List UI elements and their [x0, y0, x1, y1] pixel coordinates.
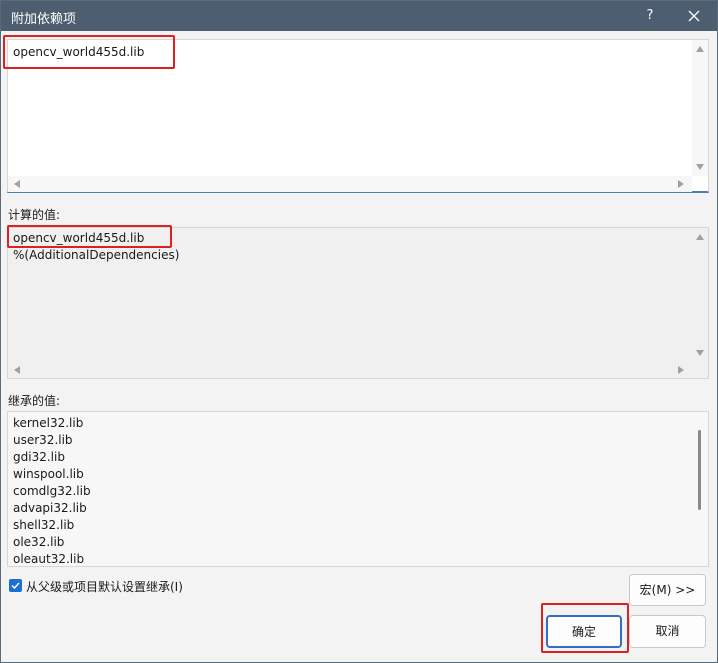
computed-horizontal-scrollbar[interactable] — [8, 362, 692, 378]
inherited-line: kernel32.lib — [13, 416, 84, 430]
scroll-up-arrow-icon[interactable] — [696, 46, 704, 52]
inherited-line: oleaut32.lib — [13, 552, 85, 566]
inherited-line: comdlg32.lib — [13, 484, 91, 498]
close-button[interactable] — [683, 5, 705, 27]
scrollbar-thumb[interactable] — [698, 430, 701, 510]
scroll-left-arrow-icon[interactable] — [14, 180, 20, 188]
scroll-down-arrow-icon[interactable] — [696, 350, 704, 356]
scroll-right-arrow-icon[interactable] — [678, 366, 684, 374]
window-title: 附加依赖项 — [11, 12, 77, 27]
inherited-values-box: kernel32.lib user32.lib gdi32.lib winspo… — [7, 411, 709, 567]
computed-values-label: 计算的值: — [8, 208, 61, 222]
inherited-line: shell32.lib — [13, 518, 75, 532]
scroll-left-arrow-icon[interactable] — [14, 366, 20, 374]
inherited-values-label: 继承的值: — [8, 394, 61, 408]
computed-line: %(AdditionalDependencies) — [13, 248, 180, 262]
editor-highlight — [3, 35, 175, 69]
editor-horizontal-scrollbar[interactable] — [8, 176, 692, 192]
scroll-down-arrow-icon[interactable] — [696, 164, 704, 170]
scroll-up-arrow-icon[interactable] — [696, 234, 704, 240]
macro-button[interactable]: 宏(M) >> — [629, 574, 706, 606]
inherit-checkbox-label[interactable]: 从父级或项目默认设置继承(I) — [26, 578, 183, 595]
editor-vertical-scrollbar[interactable] — [692, 40, 708, 176]
inherited-vertical-scrollbar[interactable] — [692, 412, 708, 566]
checkmark-icon — [11, 582, 20, 590]
help-button[interactable]: ? — [639, 5, 661, 27]
title-bar: 附加依赖项 ? — [1, 1, 717, 31]
cancel-button[interactable]: 取消 — [629, 615, 706, 648]
additional-dependencies-dialog: 附加依赖项 ? opencv_world455d.lib 计算的值: openc… — [0, 0, 718, 663]
inherited-line: gdi32.lib — [13, 450, 65, 464]
computed-highlight — [7, 225, 172, 248]
computed-values-box: opencv_world455d.lib %(AdditionalDepende… — [7, 227, 709, 379]
ok-button-highlight — [541, 603, 629, 653]
inherited-line: winspool.lib — [13, 467, 84, 481]
inherited-line: advapi32.lib — [13, 501, 87, 515]
inherited-line: user32.lib — [13, 433, 73, 447]
close-icon — [688, 10, 700, 22]
inherit-checkbox[interactable] — [9, 579, 22, 592]
scroll-right-arrow-icon[interactable] — [678, 180, 684, 188]
computed-vertical-scrollbar[interactable] — [692, 228, 708, 362]
inherited-line: ole32.lib — [13, 535, 65, 549]
